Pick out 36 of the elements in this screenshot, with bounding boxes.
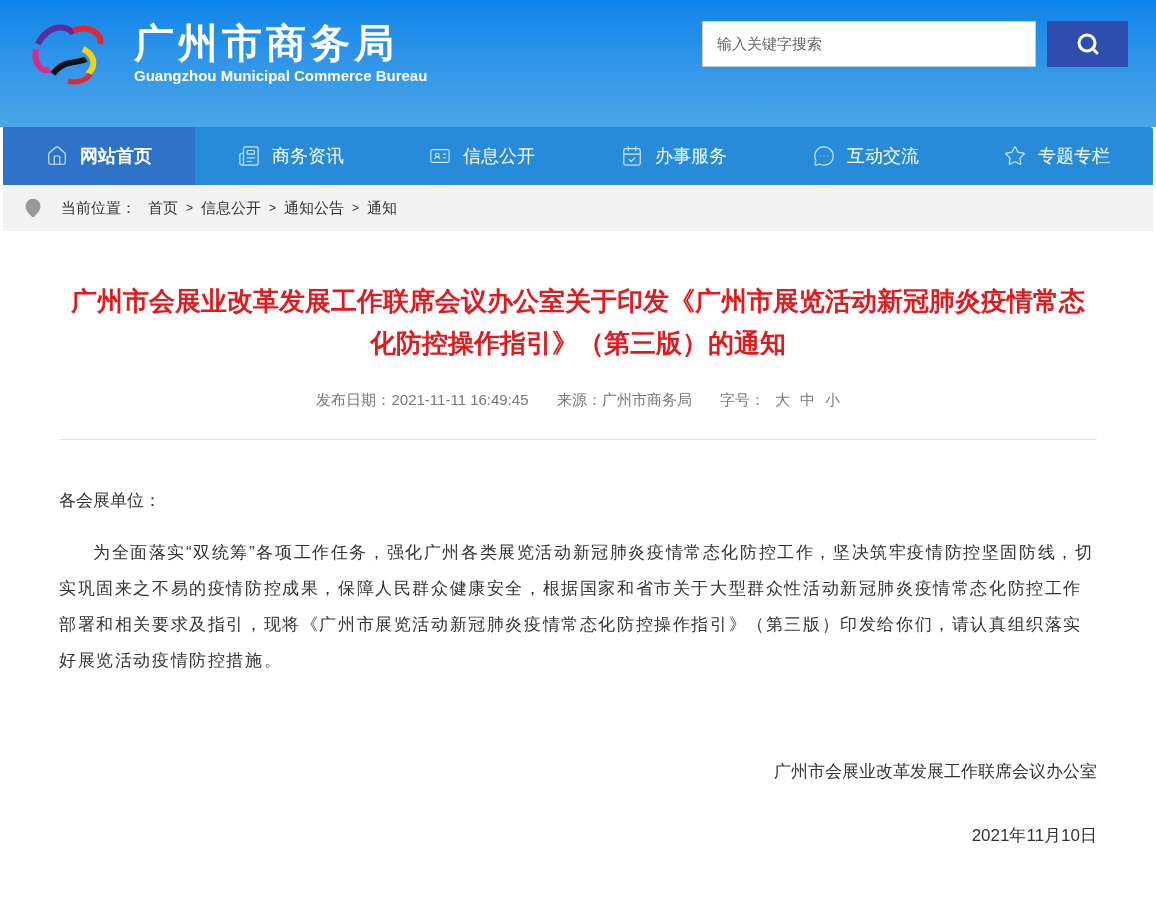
body-paragraph: 为全面落实“双统筹”各项工作任务，强化广州各类展览活动新冠肺炎疫情常态化防控工作，坚决筑牢疫情防控坚固防线，切实巩固来之不易的疫情防控成果，保障人民群众健康安全，根据国家和省市关于大型群众性活动新冠肺炎疫情常态化防控工作部署和相关要求及指引，现将《广州市展览活动新冠肺炎疫情常态化防控操作指引》（第三版）印发给你们，请认真组织落实好展览活动疫情防控措施。 <box>59 542 1095 672</box>
breadcrumb-separator: > <box>352 200 360 217</box>
signing-date: 2021年11月10日 <box>970 824 1097 847</box>
search-icon <box>1075 31 1100 56</box>
font-size-option[interactable]: 中 <box>799 389 815 412</box>
font-size-option[interactable]: 大 <box>774 389 790 412</box>
nav-tab[interactable]: 办事服务 <box>578 127 770 185</box>
home-icon <box>45 145 68 167</box>
nav-tab[interactable]: 信息公开 <box>386 127 578 185</box>
newspaper-icon <box>237 145 260 167</box>
location-pin-icon <box>23 198 43 218</box>
breadcrumb-link[interactable]: 信息公开 <box>201 196 261 220</box>
article-source: 来源：广州市商务局 <box>556 390 692 410</box>
calendar-check-icon <box>620 145 643 167</box>
font-size-label: 字号： <box>719 390 765 410</box>
signature: 广州市会展业改革发展工作联席会议办公室 <box>773 761 1097 783</box>
font-size-option[interactable]: 小 <box>824 389 840 412</box>
nav-tab[interactable]: 网站首页 <box>3 127 195 185</box>
nav-tab[interactable]: 商务资讯 <box>194 127 387 185</box>
article-title: 广州市会展业改革发展工作联席会议办公室关于印发《广州市展览活动新冠肺炎疫情常态化防控操作指引》（第三版）的通知 <box>70 285 1086 360</box>
breadcrumb-link[interactable]: 首页 <box>148 196 178 220</box>
breadcrumb-separator: > <box>269 200 277 217</box>
salutation: 各会展单位： <box>59 489 162 512</box>
breadcrumb-label: 当前位置： <box>61 197 136 218</box>
search-button[interactable] <box>1047 20 1128 67</box>
nav-tab[interactable]: 互动交流 <box>769 127 962 185</box>
site-name: 广州市商务局 <box>134 20 399 65</box>
search-field[interactable]: 输入关键字搜索 <box>702 20 1036 67</box>
breadcrumb-separator: > <box>186 200 193 217</box>
star-icon <box>1004 145 1027 167</box>
site-name-english: Guangzhou Municipal Commerce Bureau <box>134 65 428 86</box>
publish-date: 发布日期：2021-11-11 16:49:45 <box>316 390 529 410</box>
breadcrumb-link[interactable]: 通知公告 <box>284 196 345 220</box>
nav-tab[interactable]: 专题专栏 <box>961 127 1154 185</box>
breadcrumb-link[interactable]: 通知 <box>367 196 398 220</box>
chat-bubble-icon <box>812 145 835 167</box>
